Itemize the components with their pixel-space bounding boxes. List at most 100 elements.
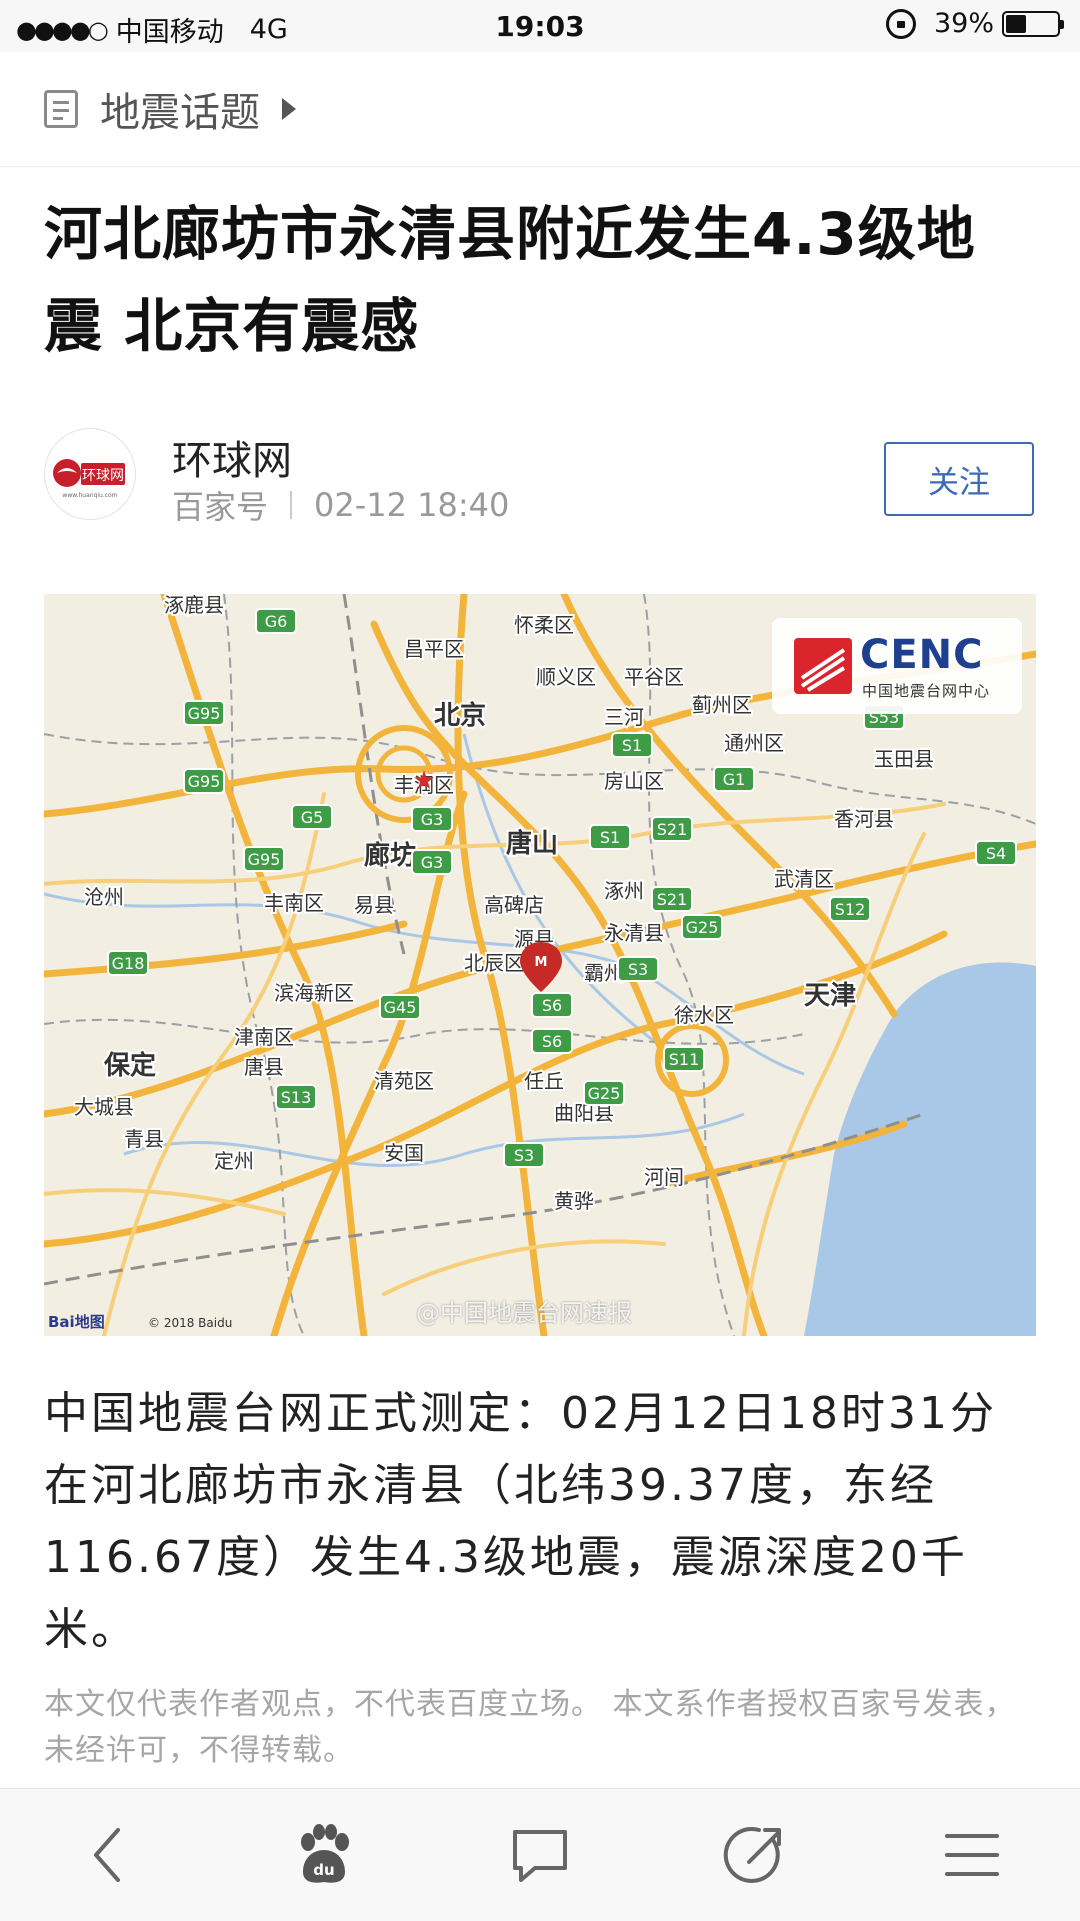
highway-shield: S4	[975, 840, 1017, 866]
highway-shield-label: G6	[265, 612, 288, 631]
map-place-label: 津南区	[234, 1025, 294, 1049]
map-watermark: @中国地震台网速报	[416, 1299, 632, 1327]
comment-button[interactable]	[432, 1789, 648, 1921]
map-place-label: 定州	[214, 1149, 254, 1173]
highway-shield-label: G25	[686, 918, 719, 937]
highway-shield: G95	[183, 700, 225, 726]
triangle-right-icon	[282, 98, 296, 120]
highway-shield: S11	[663, 1046, 705, 1072]
menu-button[interactable]	[864, 1789, 1080, 1921]
highway-shield-label: S11	[669, 1050, 700, 1069]
highway-shield: G25	[583, 1080, 625, 1106]
topic-label: 地震话题	[100, 90, 260, 136]
map-place-label: 房山区	[604, 769, 664, 793]
map-place-label: 青县	[124, 1127, 164, 1151]
map-place-label: 昌平区	[404, 637, 464, 661]
highway-shield-label: G3	[421, 810, 444, 829]
battery-icon	[1002, 10, 1064, 37]
highway-shield: G95	[243, 846, 285, 872]
map-place-label: 永清县	[604, 921, 664, 945]
back-button[interactable]	[0, 1789, 216, 1921]
publish-date: 02-12 18:40	[314, 486, 510, 524]
author-row: 环球网 www.huanqiu.com 环球网 百家号 02-12 18:40 …	[44, 426, 1034, 526]
map-place-label: 天津	[804, 981, 856, 1011]
status-bar: ●●●●○ 中国移动 4G 19:03 39%	[0, 0, 1080, 52]
map-place-label: 易县	[354, 893, 394, 917]
article-disclaimer: 本文仅代表作者观点，不代表百度立场。 本文系作者授权百家号发表，未经许可，不得转…	[44, 1687, 1016, 1768]
highway-shield: G6	[255, 608, 297, 634]
highway-shield: S3	[503, 1142, 545, 1168]
share-button[interactable]	[648, 1789, 864, 1921]
baidu-paw-icon: du	[301, 1824, 349, 1883]
highway-shield-label: G25	[588, 1084, 621, 1103]
earthquake-map-image[interactable]: 涿鹿县 怀柔区 昌平区 顺义区 平谷区 蓟州区 北京 三河 通州区 玉田县 丰润区 房山区 香河县 唐山廊…	[44, 594, 1036, 1336]
cenc-logo: CENC 中国地震台网中心	[772, 618, 1022, 714]
map-place-label: 唐县	[244, 1055, 284, 1079]
avatar-logo-text: 环球网	[82, 468, 124, 484]
map-attribution: © 2018 Baidu	[148, 1316, 233, 1330]
cenc-logo-text: CENC	[860, 632, 984, 678]
baidu-map-mark: Bai地图	[48, 1313, 105, 1331]
highway-shield-label: S1	[600, 828, 620, 847]
highway-shield-label: G95	[188, 772, 221, 791]
author-meta: 百家号 02-12 18:40	[172, 482, 509, 528]
highway-shield: G45	[379, 994, 421, 1020]
map-place-label: 保定	[103, 1050, 156, 1081]
article-body: 中国地震台网正式测定：02月12日18时31分在河北廊坊市永清县（北纬39.37…	[44, 1388, 997, 1655]
highway-shield: S21	[651, 816, 693, 842]
map-place-label: 高碑店	[484, 893, 544, 917]
highway-shield-label: G3	[421, 853, 444, 872]
highway-shield-label: G18	[112, 954, 145, 973]
map-place-label: 武清区	[774, 867, 834, 891]
map-place-label: 顺义区	[536, 665, 596, 689]
highway-shield-label: S1	[622, 736, 642, 755]
topic-link[interactable]: 地震话题	[0, 52, 1080, 167]
map-place-label: 丰南区	[264, 891, 324, 915]
document-icon	[44, 90, 78, 128]
map-place-label: 滨海新区	[274, 981, 354, 1005]
capital-star-icon: ★	[412, 766, 435, 796]
highway-shield-label: G95	[248, 850, 281, 869]
highway-shield: G3	[411, 849, 453, 875]
map-place-label: 香河县	[834, 807, 894, 831]
highway-shield: S12	[829, 896, 871, 922]
highway-shield-label: G45	[384, 998, 417, 1017]
highway-shield: S6	[531, 1028, 573, 1054]
highway-shield-label: S13	[281, 1088, 312, 1107]
map-place-label: 蓟州区	[692, 693, 752, 717]
highway-shield-label: S21	[657, 890, 688, 909]
map-place-label: 三河	[604, 705, 644, 729]
map-place-label: 怀柔区	[514, 613, 574, 637]
map-place-label: 北辰区	[464, 951, 524, 975]
avatar[interactable]: 环球网 www.huanqiu.com	[44, 428, 136, 520]
map-place-label: 大城县	[74, 1095, 134, 1119]
meta-divider	[290, 491, 293, 519]
battery-percent: 39%	[933, 8, 994, 39]
map-place-label: 唐山	[506, 828, 558, 859]
map-place-label: 沧州	[84, 885, 124, 909]
author-name[interactable]: 环球网	[172, 428, 292, 486]
epicenter-marker-label: M	[535, 955, 548, 970]
highway-shield: S1	[611, 732, 653, 758]
highway-shield-label: G95	[188, 704, 221, 723]
map-place-label: 北京	[434, 700, 486, 731]
avatar-logo-sub: www.huanqiu.com	[62, 492, 117, 499]
follow-button[interactable]: 关注	[884, 442, 1034, 516]
map-place-label: 徐水区	[674, 1003, 734, 1027]
share-icon	[723, 1826, 781, 1883]
highway-shield: S3	[617, 956, 659, 982]
author-platform: 百家号	[172, 488, 269, 526]
highway-shield-label: S12	[835, 900, 866, 919]
map-place-label: 任丘	[524, 1069, 564, 1093]
highway-shield-label: G5	[301, 808, 324, 827]
baidu-home-button[interactable]: du	[216, 1789, 432, 1921]
highway-shield: S13	[275, 1084, 317, 1110]
highway-shield: S21	[651, 886, 693, 912]
status-right: 39%	[885, 8, 1064, 39]
map-place-label: 玉田县	[874, 747, 934, 771]
battery-fill	[1006, 14, 1026, 33]
highway-shield-label: S3	[514, 1146, 534, 1165]
highway-shield-label: S21	[657, 820, 688, 839]
cenc-logo-icon	[794, 638, 852, 694]
map-place-label: 廊坊	[364, 840, 416, 871]
